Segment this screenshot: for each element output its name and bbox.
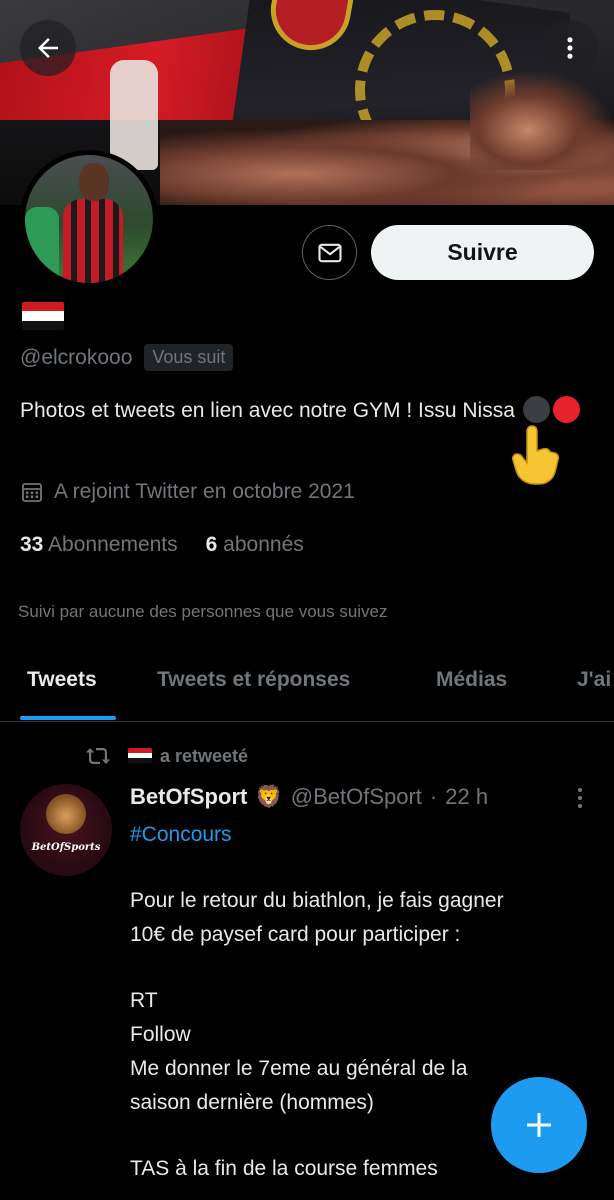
profile-bio: Photos et tweets en lien avec notre GYM … — [20, 394, 590, 427]
tweet-line: 10€ de paysef card pour participer : — [130, 923, 461, 946]
avatar-teammate — [25, 207, 59, 283]
red-circle-icon — [552, 396, 580, 423]
lion-emoji-icon: 🦁 — [255, 784, 283, 809]
tab-media[interactable]: Médias — [436, 668, 507, 692]
banner-white-shape — [110, 60, 158, 170]
tweet-separator: · — [429, 784, 438, 809]
envelope-icon — [317, 243, 342, 262]
joined-text: A rejoint Twitter en octobre 2021 — [54, 480, 355, 503]
tweet-line: Pour le retour du biathlon, je fais gagn… — [130, 889, 504, 912]
following-label: Abonnements — [48, 533, 178, 556]
banner-crowd-hands — [470, 70, 614, 170]
more-vertical-icon — [567, 37, 573, 59]
pointing-up-hand-icon — [512, 425, 560, 485]
avatar-photo — [25, 155, 153, 283]
tweet-author-handle[interactable]: @BetOfSport — [291, 784, 422, 810]
tab-tweets-and-replies[interactable]: Tweets et réponses — [157, 668, 350, 692]
tweet-header: BetOfSport 🦁 @BetOfSport · 22 h — [130, 784, 488, 810]
more-vertical-icon — [578, 788, 582, 808]
handle-row: @elcrokooo Vous suit — [20, 344, 234, 371]
profile-avatar[interactable] — [20, 150, 158, 288]
joined-date: A rejoint Twitter en octobre 2021 — [20, 480, 355, 504]
tab-likes[interactable]: J'ai — [577, 668, 611, 692]
tweet-author-name[interactable]: BetOfSport — [130, 784, 247, 810]
tweet-line: RT — [130, 989, 158, 1012]
retweet-icon — [86, 748, 110, 764]
tweet-timestamp[interactable]: 22 h — [445, 784, 488, 810]
follow-counts: 33 Abonnements 6 abonnés — [20, 533, 304, 557]
tweet-author-avatar[interactable]: BetOfSports — [20, 784, 112, 876]
followed-by-text: Suivi par aucune des personnes que vous … — [18, 602, 388, 621]
followers-count: 6 — [205, 533, 218, 556]
compose-tweet-button[interactable] — [491, 1077, 587, 1173]
followers-label: abonnés — [223, 533, 304, 556]
back-button[interactable] — [20, 20, 76, 76]
tweet-hashtag[interactable]: #Concours — [130, 818, 590, 852]
bio-text: Photos et tweets en lien avec notre GYM … — [20, 399, 515, 422]
tweet-more-button[interactable] — [566, 784, 594, 812]
follow-button[interactable]: Suivre — [371, 225, 594, 280]
avatar-player-head — [79, 163, 109, 201]
followers-link[interactable]: 6 abonnés — [206, 533, 304, 557]
flag-icon — [22, 302, 64, 330]
retweet-text: a retweeté — [160, 745, 249, 766]
profile-handle: @elcrokooo — [20, 345, 133, 369]
active-tab-indicator — [20, 716, 116, 720]
following-count: 33 — [20, 533, 44, 556]
tweet-line: Follow — [130, 1023, 191, 1046]
avatar-brand-text: BetOfSports — [31, 842, 101, 853]
following-link[interactable]: 33 Abonnements — [20, 533, 178, 557]
plus-icon — [527, 1113, 551, 1137]
more-options-button[interactable] — [542, 20, 598, 76]
message-button[interactable] — [302, 225, 357, 280]
flag-icon — [128, 747, 152, 764]
profile-tabs: Tweets Tweets et réponses Médias J'ai — [0, 650, 614, 722]
tab-tweets[interactable]: Tweets — [27, 668, 97, 692]
black-circle-icon — [522, 396, 550, 423]
avatar-player-jersey — [63, 199, 123, 283]
follows-you-badge: Vous suit — [144, 344, 234, 371]
lion-logo-icon — [46, 794, 86, 834]
calendar-icon — [22, 483, 42, 502]
retweet-context: a retweeté — [84, 745, 248, 767]
arrow-left-icon — [38, 38, 58, 58]
retweeter-label: a retweeté — [128, 746, 248, 767]
